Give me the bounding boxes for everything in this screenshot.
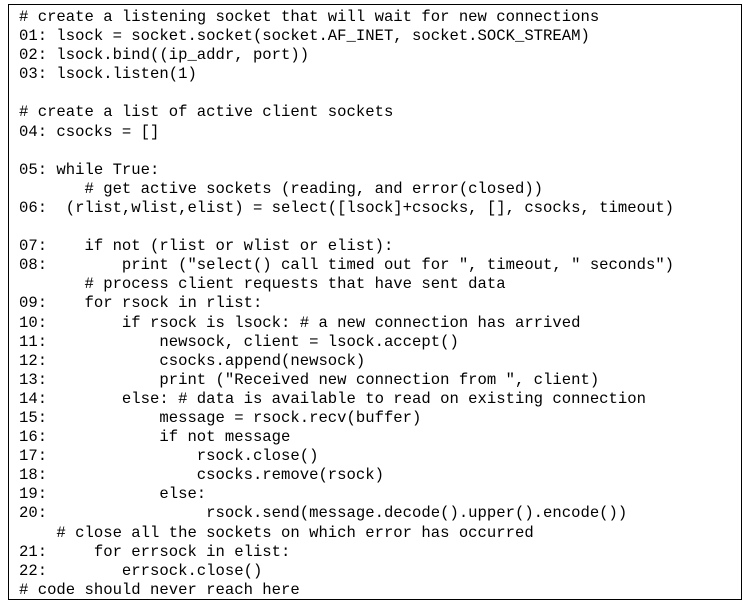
code-line: 03: lsock.listen(1) bbox=[19, 65, 197, 84]
code-listing: # create a listening socket that will wa… bbox=[8, 4, 742, 600]
code-line: 08: print ("select() call timed out for … bbox=[19, 256, 675, 275]
code-line: # create a list of active client sockets bbox=[19, 103, 394, 122]
code-line: 15: message = rsock.recv(buffer) bbox=[19, 408, 422, 427]
code-line: # process client requests that have sent… bbox=[19, 275, 506, 294]
code-line: 21: for errsock in elist: bbox=[19, 542, 291, 561]
code-line: # get active sockets (reading, and error… bbox=[19, 179, 544, 198]
code-line: 01: lsock = socket.socket(socket.AF_INET… bbox=[19, 27, 590, 46]
code-line: # close all the sockets on which error h… bbox=[19, 523, 534, 542]
code-line: 18: csocks.remove(rsock) bbox=[19, 466, 384, 485]
code-line: 09: for rsock in rlist: bbox=[19, 294, 263, 313]
code-line: 11: newsock, client = lsock.accept() bbox=[19, 332, 459, 351]
code-line: 19: else: bbox=[19, 485, 207, 504]
code-line: 22: errsock.close() bbox=[19, 561, 263, 580]
code-line: 17: rsock.close() bbox=[19, 447, 319, 466]
code-line: 06: (rlist,wlist,elist) = select([lsock]… bbox=[19, 198, 675, 217]
code-line: 10: if rsock is lsock: # a new connectio… bbox=[19, 313, 581, 332]
code-lines: # create a listening socket that will wa… bbox=[19, 8, 674, 600]
code-line: 12: csocks.append(newsock) bbox=[19, 351, 366, 370]
code-line: 04: csocks = [] bbox=[19, 122, 160, 141]
code-line: # create a listening socket that will wa… bbox=[19, 8, 600, 26]
code-line: 16: if not message bbox=[19, 428, 291, 447]
code-line: 14: else: # data is available to read on… bbox=[19, 389, 646, 408]
code-line: 20: rsock.send(message.decode().upper().… bbox=[19, 504, 628, 523]
code-line: 05: while True: bbox=[19, 160, 160, 179]
code-line: 02: lsock.bind((ip_addr, port)) bbox=[19, 46, 310, 65]
code-line: 13: print ("Received new connection from… bbox=[19, 370, 600, 389]
code-line: 07: if not (rlist or wlist or elist): bbox=[19, 237, 394, 256]
code-line: # code should never reach here bbox=[19, 580, 300, 599]
